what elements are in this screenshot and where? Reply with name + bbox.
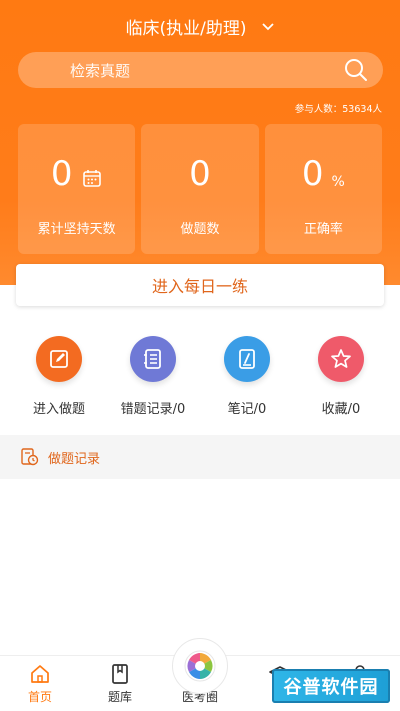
- stat-questions-value: 0: [189, 154, 211, 194]
- percent-sign: %: [331, 174, 345, 190]
- tab-label: 首页: [27, 690, 52, 704]
- exam-selector[interactable]: 临床(执业/助理): [0, 14, 400, 39]
- action-label: 错题记录/0: [120, 402, 186, 417]
- watermark-logo: 谷普软件园: [272, 669, 390, 703]
- action-wrong-records[interactable]: 错题记录/0: [108, 336, 198, 417]
- search-input[interactable]: 检索真题: [70, 60, 343, 81]
- history-icon: [20, 447, 40, 467]
- note-icon[interactable]: [224, 336, 270, 382]
- practice-records-label: 做题记录: [48, 451, 101, 467]
- exam-title: 临床(执业/助理): [125, 19, 247, 39]
- action-notes[interactable]: 笔记/0: [202, 336, 292, 417]
- stat-days-label: 累计坚持天数: [37, 222, 116, 237]
- daily-practice-button[interactable]: 进入每日一练: [16, 264, 384, 306]
- star-icon[interactable]: [318, 336, 364, 382]
- quick-actions: 进入做题 错题记录/0 笔记/0 收藏/0: [0, 336, 400, 417]
- action-favorites[interactable]: 收藏/0: [296, 336, 386, 417]
- stats-panel: 0 累计坚持天数 0 做题数 0 % 正确率: [18, 124, 382, 254]
- action-label: 进入做题: [32, 402, 85, 417]
- book-icon: [112, 664, 128, 684]
- tab-medical-circle[interactable]: 医考圈: [160, 638, 240, 711]
- participants-count: 参与人数：53634人: [294, 104, 382, 115]
- search-bar[interactable]: 检索真题: [18, 52, 383, 88]
- stat-questions-label: 做题数: [180, 222, 220, 237]
- action-start-practice[interactable]: 进入做题: [14, 336, 104, 417]
- action-label: 笔记/0: [227, 402, 267, 417]
- edit-icon[interactable]: [36, 336, 82, 382]
- tab-question-bank[interactable]: 题库: [80, 656, 160, 711]
- header: 临床(执业/助理) 检索真题 参与人数：53634人 0 累计坚持天数 0 做题…: [0, 0, 400, 285]
- home-icon: [31, 665, 49, 683]
- practice-records-link[interactable]: 做题记录: [0, 435, 400, 479]
- aperture-icon: [172, 638, 228, 694]
- stat-questions: 0 做题数: [141, 124, 259, 254]
- stat-days-value: 0: [50, 154, 73, 194]
- stat-accuracy-label: 正确率: [303, 222, 343, 237]
- notebook-icon[interactable]: [130, 336, 176, 382]
- stat-accuracy-value: 0: [301, 154, 324, 194]
- calendar-icon: [82, 168, 102, 188]
- search-icon[interactable]: [343, 57, 369, 83]
- stat-accuracy: 0 % 正确率: [264, 124, 382, 254]
- action-label: 收藏/0: [321, 402, 361, 417]
- tab-home[interactable]: 首页: [0, 656, 80, 711]
- stat-days: 0 累计坚持天数: [18, 124, 136, 254]
- chevron-down-icon: [261, 20, 275, 34]
- tab-label: 题库: [107, 690, 132, 704]
